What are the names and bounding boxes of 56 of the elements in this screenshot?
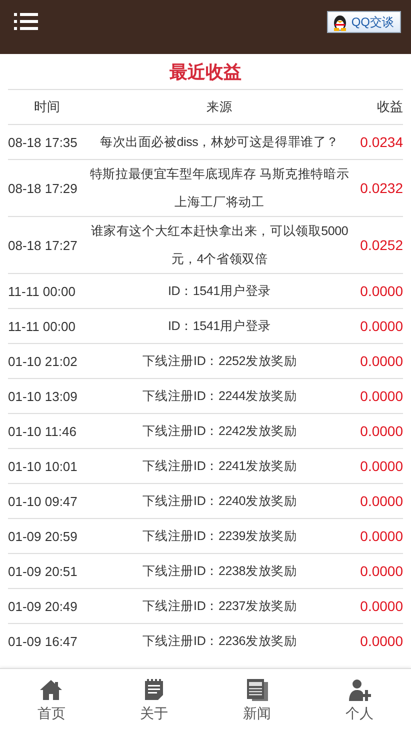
table-cell-text: 01-10 09:47 xyxy=(8,494,78,508)
table-cell-text: 0.0000 xyxy=(359,633,403,649)
table-cell-text: 0.0252 xyxy=(359,237,403,253)
column-header: 收益 xyxy=(376,98,403,116)
table-cell-text: 0.0234 xyxy=(359,134,403,150)
table-cell-text: 下线注册ID：2242发放奖励 xyxy=(141,423,298,440)
table-cell-text: 01-09 20:49 xyxy=(8,598,78,614)
column-header: 时间 xyxy=(33,98,61,116)
table-cell-text: 11-11 00:00 xyxy=(8,318,76,334)
table-cell-text: 0.0000 xyxy=(359,528,403,544)
table-cell-text: 特斯拉最便宜车型年底现库存 马斯克推特暗示上海工厂将动工 xyxy=(88,166,350,211)
table-cell-text: 08-18 17:29 xyxy=(8,180,78,196)
table-cell-text: ID：1541用户登录 xyxy=(166,283,272,300)
page-title: 最近收益 xyxy=(168,61,242,84)
home-icon xyxy=(39,678,64,702)
table-cell-text: 08-18 17:35 xyxy=(8,134,78,150)
add-user-icon xyxy=(348,678,372,702)
table-cell-text: 0.0232 xyxy=(359,180,403,196)
table-cell-text: ID：1541用户登录 xyxy=(166,318,272,335)
table-cell-text: 0.0000 xyxy=(359,563,403,579)
table-cell-text: 01-10 13:09 xyxy=(8,388,78,404)
table-cell-text: 01-10 10:01 xyxy=(8,458,78,474)
table-cell-text: 01-10 11:46 xyxy=(8,424,78,438)
table-cell-text: 0.0000 xyxy=(359,493,403,509)
table-cell-text: 下线注册ID：2236发放奖励 xyxy=(141,633,298,650)
nav-tab[interactable]: 新闻 xyxy=(206,669,308,731)
table-cell-text: 0.0000 xyxy=(359,318,403,334)
table-cell-text: 下线注册ID：2237发放奖励 xyxy=(141,598,298,615)
table-cell-text: 0.0000 xyxy=(359,423,403,439)
table-cell-text: 0.0000 xyxy=(359,598,403,614)
table-cell-text: 下线注册ID：2252发放奖励 xyxy=(141,353,298,370)
table-cell-text: 0.0000 xyxy=(359,353,403,369)
table-cell-text: 下线注册ID：2239发放奖励 xyxy=(141,528,298,545)
penguin-icon xyxy=(334,15,346,30)
table-cell-text: 08-18 17:27 xyxy=(8,238,78,252)
table-cell-text: 11-11 00:00 xyxy=(8,284,76,298)
table-cell-text: 01-09 20:51 xyxy=(8,564,78,578)
table-cell-text: 01-09 16:47 xyxy=(8,634,78,648)
table-cell-text: 谁家有这个大红本赶快拿出来，可以领取5000元，4个省领双倍 xyxy=(90,223,350,268)
table-cell-text: 下线注册ID：2240发放奖励 xyxy=(141,493,298,510)
qq-chat-button[interactable]: QQ交谈 xyxy=(327,11,401,33)
table-cell-text: 0.0000 xyxy=(359,388,403,404)
newspaper-icon xyxy=(244,678,269,702)
table-cell-text: 下线注册ID：2238发放奖励 xyxy=(141,563,298,580)
table-cell-text: 01-09 20:59 xyxy=(8,528,78,544)
table-cell-text: 下线注册ID：2244发放奖励 xyxy=(141,388,298,405)
table-cell-text: 下线注册ID：2241发放奖励 xyxy=(141,458,298,475)
nav-tab[interactable]: 首页 xyxy=(0,669,103,731)
table-cell-text: 01-10 21:02 xyxy=(8,354,78,368)
menu-icon[interactable] xyxy=(14,11,38,31)
nav-tab[interactable]: 关于 xyxy=(102,669,206,731)
table-cell-text: 每次出面必被diss，林妙可这是得罪谁了？ xyxy=(98,134,340,151)
table-cell-text: 0.0000 xyxy=(359,458,403,474)
nav-tab[interactable]: 个人 xyxy=(308,669,411,731)
table-cell-text: 0.0000 xyxy=(359,283,403,299)
column-header: 来源 xyxy=(206,99,234,116)
